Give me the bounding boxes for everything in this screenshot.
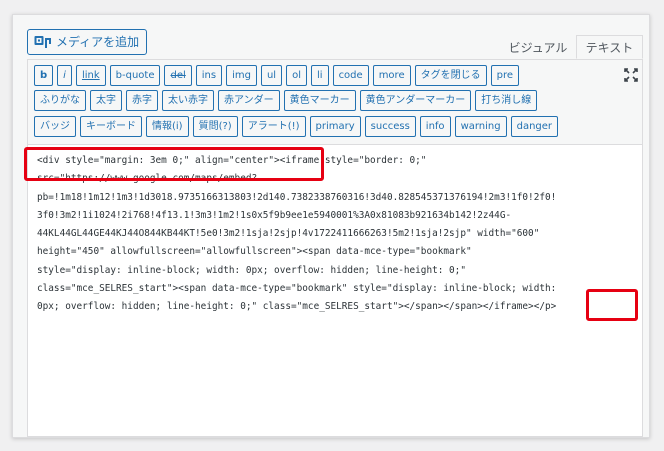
qt-strong-button[interactable]: 太字 bbox=[90, 90, 122, 111]
qt-code-button[interactable]: code bbox=[332, 65, 369, 86]
qt-li-button[interactable]: li bbox=[311, 65, 329, 86]
qt-keyboard-button[interactable]: キーボード bbox=[80, 116, 142, 137]
qt-info-i-button[interactable]: 情報(i) bbox=[146, 116, 189, 137]
code-line: class="mce_SELRES_start"><span data-mce-… bbox=[37, 283, 557, 295]
qt-question-button[interactable]: 質問(?) bbox=[192, 116, 238, 137]
qt-strike-button[interactable]: 打ち消し線 bbox=[475, 90, 538, 111]
fullscreen-icon[interactable] bbox=[624, 68, 638, 82]
quicktags-toolbar: b i link b-quote del ins img ul ol li co… bbox=[27, 59, 643, 145]
editor-panel: メディアを追加 ビジュアル テキスト b i link b-quote del … bbox=[12, 14, 650, 438]
qt-italic-button[interactable]: i bbox=[57, 65, 72, 86]
qt-del-button[interactable]: del bbox=[164, 65, 192, 86]
qt-blockquote-button[interactable]: b-quote bbox=[109, 65, 161, 86]
add-media-button[interactable]: メディアを追加 bbox=[27, 29, 148, 55]
qt-badge-button[interactable]: バッジ bbox=[34, 116, 76, 137]
tab-text[interactable]: テキスト bbox=[576, 35, 643, 59]
qt-ul-button[interactable]: ul bbox=[260, 65, 283, 86]
qt-img-button[interactable]: img bbox=[226, 65, 257, 86]
code-line: 3f0!3m2!1i1024!2i768!4f13.1!3m3!1m2!1s0x… bbox=[37, 209, 512, 221]
qt-ruby-button[interactable]: ふりがな bbox=[34, 90, 86, 111]
add-media-label: メディアを追加 bbox=[56, 35, 140, 49]
media-add-icon bbox=[34, 35, 52, 49]
toolbar-row-2: ふりがな 太字 赤字 太い赤字 赤アンダー 黄色マーカー 黄色アンダーマーカー … bbox=[34, 90, 538, 111]
code-line: 44KL44GL44GE44KJ44O844KB44KT!5e0!3m2!1sj… bbox=[37, 228, 540, 240]
code-line: 0px; overflow: hidden; line-height: 0;" … bbox=[37, 301, 557, 313]
qt-pre-button[interactable]: pre bbox=[490, 65, 519, 86]
qt-ins-button[interactable]: ins bbox=[195, 65, 223, 86]
qt-warning-button[interactable]: warning bbox=[454, 116, 507, 137]
text-editor-area[interactable]: <div style="margin: 3em 0;" align="cente… bbox=[27, 145, 643, 437]
qt-info-button[interactable]: info bbox=[419, 116, 451, 137]
qt-bold-button[interactable]: b bbox=[34, 65, 54, 86]
code-line: pb=!1m18!1m12!1m3!1d3018.9735166313803!2… bbox=[37, 191, 557, 203]
qt-ol-button[interactable]: ol bbox=[286, 65, 307, 86]
highlight-box-div-open bbox=[24, 147, 324, 181]
toolbar-row-3: バッジ キーボード 情報(i) 質問(?) アラート(!) primary su… bbox=[34, 116, 559, 137]
qt-primary-button[interactable]: primary bbox=[309, 116, 361, 137]
code-line: height="450" allowfullscreen="allowfulls… bbox=[37, 246, 472, 258]
qt-yellow-under-marker-button[interactable]: 黄色アンダーマーカー bbox=[359, 90, 472, 111]
toolbar-row-1: b i link b-quote del ins img ul ol li co… bbox=[34, 65, 519, 86]
qt-yellow-marker-button[interactable]: 黄色マーカー bbox=[283, 90, 356, 111]
qt-close-tags-button[interactable]: タグを閉じる bbox=[414, 65, 487, 86]
tab-visual[interactable]: ビジュアル bbox=[500, 35, 576, 59]
qt-red-button[interactable]: 赤字 bbox=[126, 90, 158, 111]
qt-more-button[interactable]: more bbox=[372, 65, 411, 86]
highlight-box-p-close bbox=[586, 289, 638, 321]
qt-red-underline-button[interactable]: 赤アンダー bbox=[218, 90, 280, 111]
qt-link-button[interactable]: link bbox=[75, 65, 106, 86]
code-line: style="display: inline-block; width: 0px… bbox=[37, 264, 466, 276]
qt-bold-red-button[interactable]: 太い赤字 bbox=[162, 90, 214, 111]
qt-alert-button[interactable]: アラート(!) bbox=[241, 116, 306, 137]
qt-danger-button[interactable]: danger bbox=[510, 116, 559, 137]
qt-success-button[interactable]: success bbox=[364, 116, 416, 137]
